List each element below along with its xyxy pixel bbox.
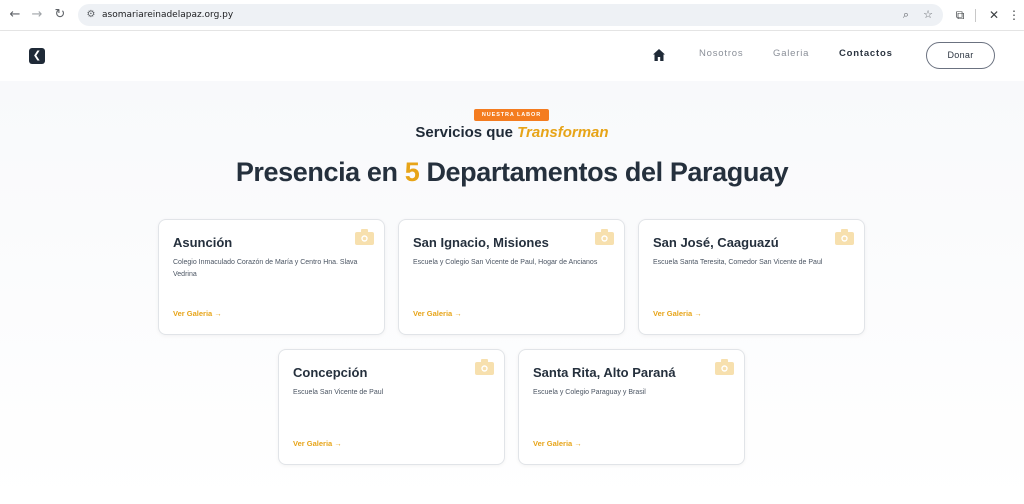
extensions-icon[interactable]: ⧉ — [950, 5, 970, 25]
subtitle-accent: Transforman — [517, 124, 609, 141]
site-info-icon[interactable]: ⚙ — [84, 4, 98, 26]
address-url[interactable]: asomariareinadelapaz.org.py — [102, 4, 233, 26]
card-title: San Ignacio, Misiones — [413, 235, 549, 250]
section-badge: NUESTRA LABOR — [474, 109, 549, 121]
camera-icon — [475, 359, 494, 375]
ver-galeria-link[interactable]: Ver Galeria → — [533, 439, 582, 448]
reload-icon[interactable]: ↻ — [50, 5, 70, 25]
camera-icon — [595, 229, 614, 245]
card-description: Colegio Inmaculado Corazón de María y Ce… — [173, 259, 358, 278]
ver-galeria-link[interactable]: Ver Galeria → — [293, 439, 342, 448]
donate-button[interactable]: Donar — [926, 42, 995, 69]
title-prefix: Presencia en — [235, 157, 405, 187]
ver-galeria-link[interactable]: Ver Galeria → — [173, 309, 222, 318]
address-bar[interactable]: ⚙ asomariareinadelapaz.org.py ⌕ ☆ — [78, 4, 943, 26]
subtitle-prefix: Servicios que — [415, 124, 518, 141]
camera-icon — [835, 229, 854, 245]
title-suffix: Departamentos del Paraguay — [419, 157, 789, 187]
location-card: Concepción Escuela San Vicente de Paul V… — [278, 349, 505, 465]
card-title: Santa Rita, Alto Paraná — [533, 365, 676, 380]
card-description: Escuela San Vicente de Paul — [293, 389, 384, 396]
card-description: Escuela Santa Teresita, Comedor San Vice… — [653, 259, 823, 266]
back-arrow-icon[interactable]: ← — [5, 5, 25, 25]
card-title: Concepción — [293, 365, 368, 380]
nav-nosotros[interactable]: Nosotros — [699, 48, 743, 59]
card-title: Asunción — [173, 235, 233, 250]
nav-contactos[interactable]: Contactos — [839, 48, 893, 59]
browser-toolbar: ← → ↻ ⚙ asomariareinadelapaz.org.py ⌕ ☆ … — [0, 0, 1024, 31]
section-title: Presencia en 5 Departamentos del Paragua… — [0, 157, 1024, 188]
camera-icon — [355, 229, 374, 245]
camera-icon — [715, 359, 734, 375]
location-card: Asunción Colegio Inmaculado Corazón de M… — [158, 219, 385, 335]
ver-galeria-link[interactable]: Ver Galeria → — [653, 309, 702, 318]
card-description: Escuela y Colegio San Vicente de Paul, H… — [413, 259, 598, 266]
site-header: ❮ Nosotros Galeria Contactos Donar — [0, 31, 1024, 81]
location-card: San Ignacio, Misiones Escuela y Colegio … — [398, 219, 625, 335]
location-card: Santa Rita, Alto Paraná Escuela y Colegi… — [518, 349, 745, 465]
nav-galeria[interactable]: Galeria — [773, 48, 809, 59]
card-description: Escuela y Colegio Paraguay y Brasil — [533, 389, 646, 396]
toolbar-divider — [975, 9, 976, 22]
zoom-icon[interactable]: ⌕ — [898, 4, 914, 26]
card-title: San José, Caaguazú — [653, 235, 779, 250]
forward-arrow-icon[interactable]: → — [27, 5, 47, 25]
ver-galeria-link[interactable]: Ver Galeria → — [413, 309, 462, 318]
home-icon[interactable] — [652, 48, 666, 62]
menu-dots-icon[interactable]: ⋮ — [1004, 5, 1024, 25]
profile-icon[interactable]: ✕ — [984, 5, 1004, 25]
bookmark-star-icon[interactable]: ☆ — [920, 4, 936, 26]
services-section: NUESTRA LABOR Servicios que Transforman … — [0, 81, 1024, 504]
location-card: San José, Caaguazú Escuela Santa Teresit… — [638, 219, 865, 335]
site-logo[interactable]: ❮ — [29, 48, 45, 64]
title-number: 5 — [404, 157, 420, 187]
section-subtitle: Servicios que Transforman — [0, 124, 1024, 141]
